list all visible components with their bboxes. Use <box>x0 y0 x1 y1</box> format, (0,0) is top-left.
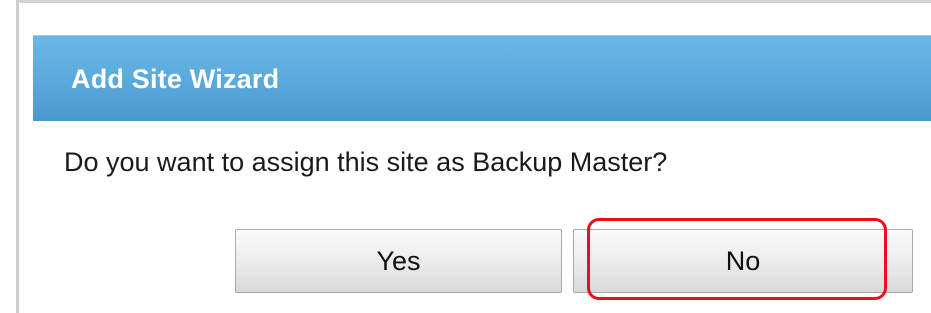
dialog-message: Do you want to assign this site as Backu… <box>64 147 668 177</box>
window-left-border <box>16 0 19 313</box>
dialog-body: Do you want to assign this site as Backu… <box>33 121 931 193</box>
yes-button[interactable]: Yes <box>235 229 562 293</box>
dialog-button-row: Yes No <box>33 193 931 313</box>
dialog-title-bar: Add Site Wizard <box>33 35 931 121</box>
add-site-wizard-dialog: Add Site Wizard Do you want to assign th… <box>33 13 931 313</box>
window-top-border <box>16 0 931 3</box>
no-button[interactable]: No <box>573 229 913 293</box>
dialog-title: Add Site Wizard <box>71 64 280 94</box>
